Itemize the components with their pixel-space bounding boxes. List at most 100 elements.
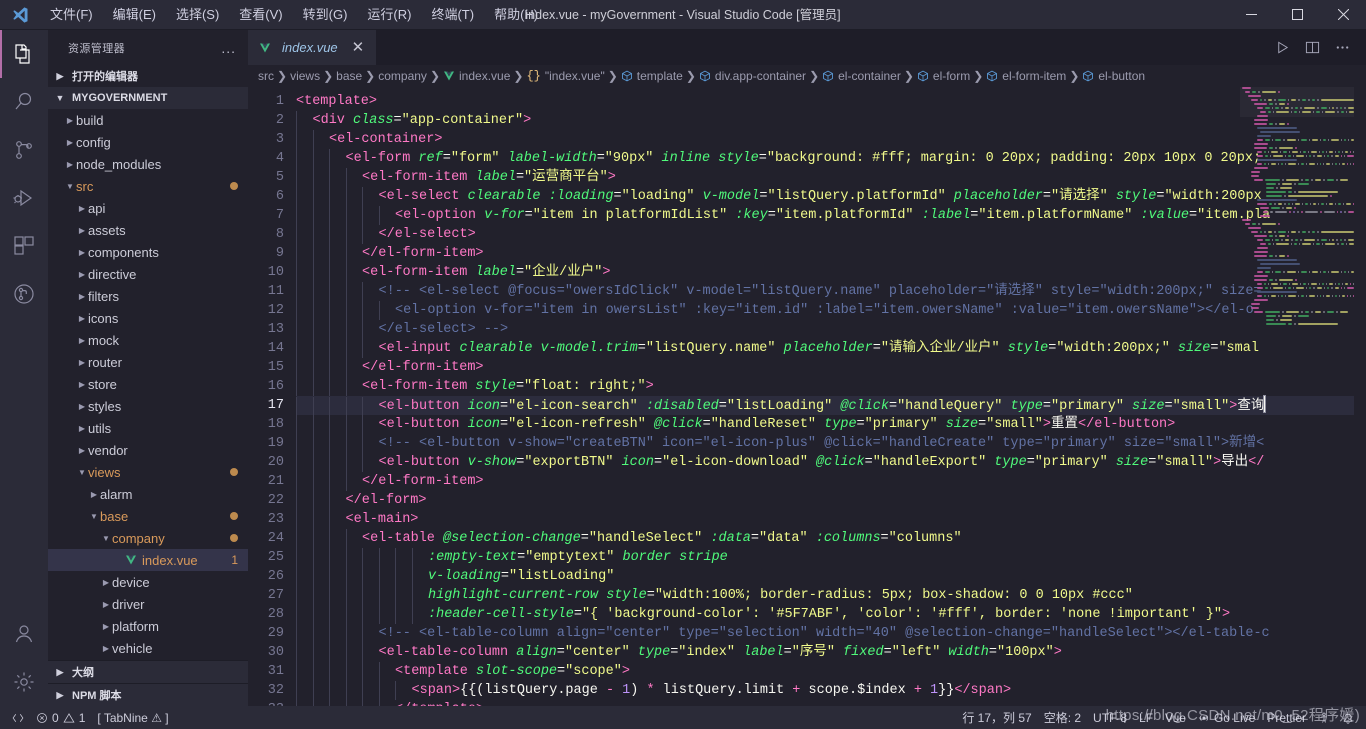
more-actions-icon[interactable]: [1328, 34, 1356, 62]
menu-help[interactable]: 帮助(H): [484, 3, 548, 27]
language-mode-status[interactable]: Vue: [1159, 706, 1192, 729]
code-line[interactable]: :header-cell-style="{ 'background-color'…: [296, 605, 1366, 624]
code-line[interactable]: </el-form-item>: [296, 358, 1366, 377]
minimize-icon[interactable]: [1228, 0, 1274, 30]
breadcrumb-item-el-button[interactable]: el-button: [1082, 69, 1145, 83]
tree-folder-alarm[interactable]: ▶ alarm: [48, 483, 248, 505]
run-code-icon[interactable]: [1268, 34, 1296, 62]
tree-folder-assets[interactable]: ▶ assets: [48, 219, 248, 241]
file-tree[interactable]: ▶ build ▶ config ▶ node_modules ▼ src ▶ api ▶ asset…: [48, 109, 248, 660]
code-line[interactable]: <el-button icon="el-icon-refresh" @click…: [296, 415, 1366, 434]
code-line[interactable]: <el-form-item style="float: right;">: [296, 377, 1366, 396]
breadcrumb-item-div-app-container[interactable]: div.app-container: [699, 69, 806, 83]
prettier-status[interactable]: Prettier: [1261, 706, 1312, 729]
breadcrumb-item-base[interactable]: base: [336, 69, 362, 83]
run-and-debug-icon[interactable]: [0, 174, 48, 222]
section-open-editors[interactable]: ▶ 打开的编辑器: [48, 65, 248, 87]
section-outline[interactable]: ▶ 大纲: [48, 660, 248, 683]
section-project-root[interactable]: ▼ MYGOVERNMENT: [48, 87, 248, 109]
tree-folder-api[interactable]: ▶ api: [48, 197, 248, 219]
code-line[interactable]: <el-button icon="el-icon-search" :disabl…: [296, 396, 1366, 416]
breadcrumb[interactable]: src ❯ views ❯ base ❯ company ❯ index.vue ❯{} "inde…: [248, 65, 1366, 87]
code-editor[interactable]: 1 2 3 4 5 6 7 8 9 10 11 12 13 14 15 16 17 18 19 20 21 22 23 24 2…: [248, 87, 1366, 706]
code-line[interactable]: <!-- <el-select @focus="owersIdClick" v-…: [296, 282, 1366, 301]
menu-run[interactable]: 运行(R): [357, 3, 421, 27]
close-icon[interactable]: [1320, 0, 1366, 30]
code-line[interactable]: <!-- <el-table-column align="center" typ…: [296, 624, 1366, 643]
sidebar-more-actions-icon[interactable]: ...: [217, 40, 240, 56]
code-line[interactable]: <el-input clearable v-model.trim="listQu…: [296, 339, 1366, 358]
tree-folder-vehicle[interactable]: ▶ vehicle: [48, 637, 248, 659]
breadcrumb-item-el-form-item[interactable]: el-form-item: [986, 69, 1066, 83]
go-live-status[interactable]: Go Live: [1192, 706, 1261, 729]
tree-folder-views[interactable]: ▼ views: [48, 461, 248, 483]
code-line[interactable]: <el-form ref="form" label-width="90px" i…: [296, 149, 1366, 168]
code-line[interactable]: </el-form>: [296, 491, 1366, 510]
code-line[interactable]: <el-form-item label="运营商平台">: [296, 168, 1366, 187]
tree-folder-vendor[interactable]: ▶ vendor: [48, 439, 248, 461]
breadcrumb-item-views[interactable]: views: [290, 69, 320, 83]
code-line[interactable]: highlight-current-row style="width:100%;…: [296, 586, 1366, 605]
code-line[interactable]: <el-main>: [296, 510, 1366, 529]
split-editor-icon[interactable]: [1298, 34, 1326, 62]
menu-terminal[interactable]: 终端(T): [421, 3, 484, 27]
code-line[interactable]: <el-button v-show="exportBTN" icon="el-i…: [296, 453, 1366, 472]
minimap[interactable]: [1240, 87, 1354, 706]
code-line[interactable]: <el-table @selection-change="handleSelec…: [296, 529, 1366, 548]
menu-selection[interactable]: 选择(S): [166, 3, 229, 27]
code-line[interactable]: </el-select>: [296, 225, 1366, 244]
code-line[interactable]: <el-select clearable :loading="loading" …: [296, 187, 1366, 206]
remote-indicator[interactable]: [6, 706, 30, 729]
tree-folder-components[interactable]: ▶ components: [48, 241, 248, 263]
extensions-icon[interactable]: [0, 222, 48, 270]
tree-folder-store[interactable]: ▶ store: [48, 373, 248, 395]
account-icon[interactable]: [0, 610, 48, 658]
menu-file[interactable]: 文件(F): [40, 3, 103, 27]
gitlens-icon[interactable]: [0, 270, 48, 318]
eol-status[interactable]: LF: [1133, 706, 1159, 729]
source-control-icon[interactable]: [0, 126, 48, 174]
settings-gear-icon[interactable]: [0, 658, 48, 706]
breadcrumb-item-src[interactable]: src: [258, 69, 274, 83]
tree-folder-mock[interactable]: ▶ mock: [48, 329, 248, 351]
maximize-icon[interactable]: [1274, 0, 1320, 30]
tab-index-vue[interactable]: index.vue ✕: [248, 30, 377, 65]
code-line[interactable]: <el-table-column align="center" type="in…: [296, 643, 1366, 662]
tree-folder-build[interactable]: ▶ build: [48, 109, 248, 131]
tree-folder-device[interactable]: ▶ device: [48, 571, 248, 593]
code-line[interactable]: <el-container>: [296, 130, 1366, 149]
menu-go[interactable]: 转到(G): [293, 3, 358, 27]
tree-folder-filters[interactable]: ▶ filters: [48, 285, 248, 307]
tree-folder-directive[interactable]: ▶ directive: [48, 263, 248, 285]
tree-folder-platform[interactable]: ▶ platform: [48, 615, 248, 637]
section-npm-scripts[interactable]: ▶ NPM 脚本: [48, 683, 248, 706]
tree-folder-config[interactable]: ▶ config: [48, 131, 248, 153]
breadcrumb-item-template[interactable]: template: [621, 69, 683, 83]
tree-folder-router[interactable]: ▶ router: [48, 351, 248, 373]
encoding-status[interactable]: UTF-8: [1087, 706, 1133, 729]
cursor-position-status[interactable]: 行 17，列 57: [956, 706, 1037, 729]
breadcrumb-item-el-container[interactable]: el-container: [822, 69, 901, 83]
code-line[interactable]: v-loading="listLoading": [296, 567, 1366, 586]
code-line[interactable]: <div class="app-container">: [296, 111, 1366, 130]
breadcrumb-item-index-vue[interactable]: index.vue: [443, 69, 510, 83]
code-line[interactable]: <el-form-item label="企业/业户">: [296, 263, 1366, 282]
code-line[interactable]: <template>: [296, 92, 1366, 111]
menu-view[interactable]: 查看(V): [229, 3, 292, 27]
search-icon[interactable]: [0, 78, 48, 126]
tree-folder-driver[interactable]: ▶ driver: [48, 593, 248, 615]
code-content[interactable]: <template> <div class="app-container"> <…: [296, 87, 1366, 706]
breadcrumb-item--index-vue-[interactable]: {} "index.vue": [526, 69, 604, 83]
tree-folder-base[interactable]: ▼ base: [48, 505, 248, 527]
problems-status[interactable]: 0 1: [30, 706, 91, 729]
tabnine-status[interactable]: [ TabNine ⚠ ]: [91, 706, 174, 729]
breadcrumb-item-company[interactable]: company: [378, 69, 427, 83]
code-line[interactable]: :empty-text="emptytext" border stripe: [296, 548, 1366, 567]
close-icon[interactable]: ✕: [350, 40, 367, 55]
code-line[interactable]: <!-- <el-button v-show="createBTN" icon=…: [296, 434, 1366, 453]
tree-folder-company[interactable]: ▼ company: [48, 527, 248, 549]
menu-bar[interactable]: 文件(F) 编辑(E) 选择(S) 查看(V) 转到(G) 运行(R) 终端(T…: [40, 3, 548, 27]
accessibility-status[interactable]: [1312, 706, 1336, 729]
breadcrumb-item-el-form[interactable]: el-form: [917, 69, 970, 83]
notifications-status[interactable]: [1336, 706, 1360, 729]
